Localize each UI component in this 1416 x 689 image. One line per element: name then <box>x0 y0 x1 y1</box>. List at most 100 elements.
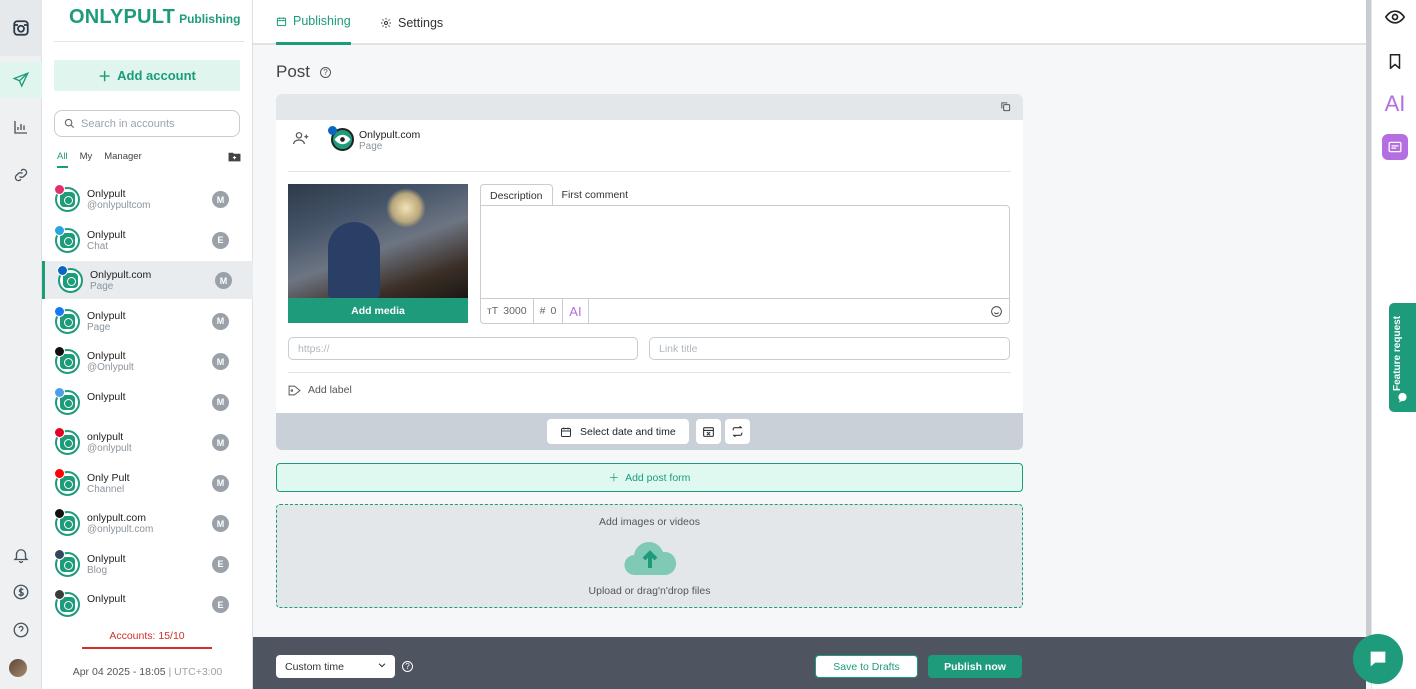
assignee-badge: E <box>212 231 229 249</box>
repeat-icon <box>732 425 743 438</box>
facebook-icon <box>54 305 65 317</box>
tab-first-comment[interactable]: First comment <box>553 184 638 206</box>
description-editor: Description First comment ᴛT 3000 # 0 AI <box>480 184 1010 324</box>
filter-my[interactable]: My <box>80 151 93 168</box>
clear-date-button[interactable] <box>696 419 721 444</box>
wordpress-icon <box>54 589 65 600</box>
account-name: Onlypult <box>87 188 126 200</box>
link-title-input[interactable]: Link title <box>649 337 1010 360</box>
publishing-nav-icon[interactable] <box>0 62 42 98</box>
bookmark-icon[interactable] <box>1382 48 1408 74</box>
account-name: Onlypult.com <box>359 129 421 141</box>
ai-assistant-button[interactable]: AI <box>563 299 589 323</box>
plus-icon: ＋ <box>98 69 112 84</box>
preview-eye-icon[interactable] <box>1382 4 1408 30</box>
brand-product: Publishing <box>179 12 241 26</box>
media-dropzone[interactable]: Add images or videos Upload or drag'n'dr… <box>276 504 1023 608</box>
add-account-button[interactable]: ＋ Add account <box>54 60 240 91</box>
tiktok-icon <box>54 508 65 519</box>
repeat-button[interactable] <box>725 419 750 444</box>
assignee-badge: M <box>212 515 229 532</box>
chat-icon <box>1370 651 1386 667</box>
account-item[interactable]: onlypult.com @onlypult.com M <box>42 504 253 542</box>
ai-tool-button[interactable]: AI <box>1382 91 1408 117</box>
add-media-button[interactable]: Add media <box>288 298 468 323</box>
search-placeholder: Search in accounts <box>81 117 175 130</box>
speech-bubble-icon <box>1398 392 1407 403</box>
account-item[interactable]: Onlypult M <box>42 383 253 421</box>
tab-publishing[interactable]: Publishing <box>276 0 351 45</box>
account-filters: All My Manager <box>57 151 142 168</box>
time-mode-value: Custom time <box>285 660 344 673</box>
tab-publishing-label: Publishing <box>293 14 351 28</box>
account-item[interactable]: Onlypult Page M <box>42 302 253 340</box>
vk-icon <box>54 386 65 398</box>
account-item[interactable]: Only Pult Channel M <box>42 464 253 502</box>
description-tabs: Description First comment <box>480 184 1010 206</box>
chat-widget-button[interactable] <box>1353 634 1403 684</box>
add-post-form-button[interactable]: ＋ Add post form <box>276 463 1023 492</box>
help-icon[interactable]: ? <box>320 66 332 78</box>
accounts-limit-warning[interactable]: Accounts: 15/10 <box>82 630 212 649</box>
gear-icon <box>381 17 391 28</box>
publish-now-button[interactable]: Publish now <box>928 655 1022 678</box>
datetime-value: Apr 04 2025 - 18:05 <box>72 666 166 678</box>
hashtag-icon: # <box>539 305 546 317</box>
description-textarea[interactable] <box>480 205 1010 299</box>
user-avatar[interactable] <box>9 659 27 677</box>
help-icon[interactable]: ? <box>402 661 413 672</box>
save-to-drafts-button[interactable]: Save to Drafts <box>815 655 918 678</box>
search-icon <box>64 118 75 129</box>
account-item[interactable]: Onlypult.com Page M <box>42 261 253 299</box>
account-item[interactable]: Onlypult @Onlypult M <box>42 342 253 380</box>
account-item[interactable]: Onlypult E <box>42 585 253 623</box>
link-nav-icon[interactable] <box>0 157 42 193</box>
top-tabs: Publishing Settings <box>253 0 1366 45</box>
divider <box>288 372 1011 373</box>
assignee-badge: M <box>215 272 232 289</box>
youtube-icon <box>54 467 65 479</box>
account-handle: Blog <box>87 564 108 576</box>
media-thumbnail[interactable] <box>288 184 468 298</box>
hashtag-count: 0 <box>550 305 557 317</box>
account-handle: Page <box>90 281 114 292</box>
account-search-input[interactable]: Search in accounts <box>54 110 240 137</box>
pinterest-icon <box>54 427 65 438</box>
copy-icon[interactable] <box>1000 101 1011 112</box>
calendar-icon <box>276 16 287 26</box>
divider <box>288 171 1011 172</box>
account-name: Onlypult <box>87 593 126 605</box>
analytics-nav-icon[interactable] <box>0 109 42 145</box>
select-date-button[interactable]: Select date and time <box>547 419 689 444</box>
filter-manager[interactable]: Manager <box>104 151 142 168</box>
calendar-icon <box>561 427 571 437</box>
icon-rail <box>0 0 42 689</box>
dropzone-hint: Upload or drag'n'drop files <box>588 585 711 597</box>
assignee-badge: M <box>212 393 229 411</box>
account-name: Onlypult <box>87 309 126 322</box>
time-mode-select[interactable]: Custom time <box>276 655 395 678</box>
add-user-icon[interactable] <box>293 131 309 145</box>
tag-icon <box>288 385 301 395</box>
page-title-text: Post <box>276 62 311 81</box>
bell-icon[interactable] <box>0 537 42 573</box>
templates-icon[interactable] <box>1382 134 1408 160</box>
billing-icon[interactable] <box>0 574 42 610</box>
emoji-icon[interactable] <box>990 305 1003 318</box>
app-logo-icon[interactable] <box>0 0 42 56</box>
help-icon[interactable] <box>0 612 42 648</box>
account-item[interactable]: Onlypult @onlypultcom M <box>42 180 253 218</box>
brand-logo: ONLYPULT Publishing <box>69 6 240 29</box>
thumbnail-detail <box>386 188 426 228</box>
tab-settings[interactable]: Settings <box>380 0 443 45</box>
feature-request-tab[interactable]: Feature request <box>1389 303 1416 412</box>
account-item[interactable]: onlypult @onlypult M <box>42 423 253 461</box>
filter-all[interactable]: All <box>57 151 68 168</box>
link-url-input[interactable]: https:// <box>288 337 638 360</box>
add-label-button[interactable]: Add label <box>288 384 352 396</box>
tab-description[interactable]: Description <box>480 184 553 206</box>
account-item[interactable]: Onlypult Blog E <box>42 545 253 583</box>
add-folder-icon[interactable] <box>228 151 241 162</box>
account-name: Onlypult <box>87 552 126 565</box>
account-item[interactable]: Onlypult Chat E <box>42 221 253 259</box>
